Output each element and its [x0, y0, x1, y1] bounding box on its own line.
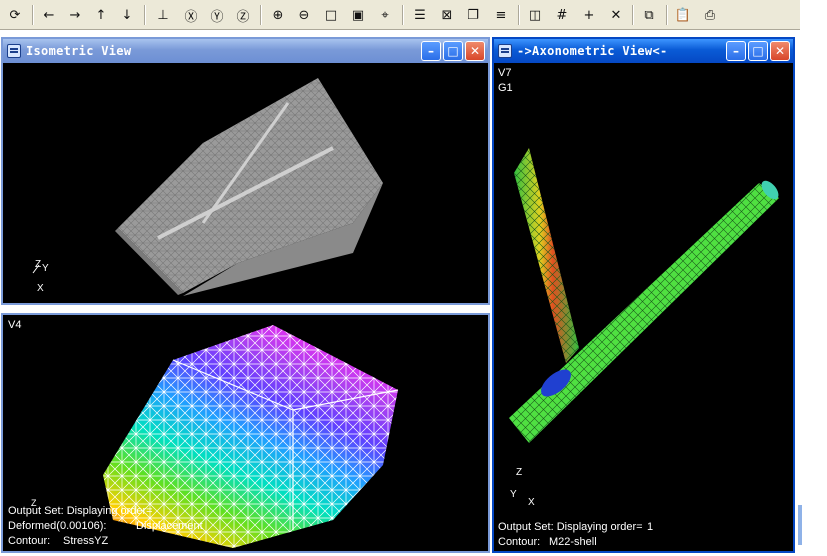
toolbar-separator [402, 5, 404, 25]
rotate-z-icon[interactable]: Ⓩ [232, 4, 254, 26]
cross-icon[interactable]: ✕ [605, 4, 627, 26]
output-set-text: Output Set: Displaying order= [498, 521, 643, 533]
arrow-right-icon[interactable]: → [64, 4, 86, 26]
output-set-text: Output Set: Displaying order= [8, 505, 153, 517]
layers-icon[interactable]: ≡ [490, 4, 512, 26]
zoom-box-icon[interactable]: □ [320, 4, 342, 26]
triad-z-label: Z [516, 467, 523, 478]
isometric-viewport[interactable]: Z Y X [3, 63, 488, 303]
rotate-y-icon[interactable]: Ⓨ [206, 4, 228, 26]
window-title: ->Axonometric View<- [517, 44, 668, 58]
triad-y-label: Y [510, 489, 517, 500]
rotate-x-icon[interactable]: Ⓧ [180, 4, 202, 26]
deformed-text: Deformed(0.00106): [8, 520, 107, 532]
maximize-button[interactable]: □ [748, 41, 768, 61]
view-label: V4 [8, 319, 22, 331]
isometric-view-window: Isometric View – □ ✕ Z Y X [1, 37, 490, 305]
clipboard-icon[interactable]: 📋 [672, 4, 694, 26]
pipe-diagonal-mesh [509, 183, 779, 443]
triad-x-label: X [528, 497, 535, 508]
contour-value: StressYZ [63, 535, 109, 547]
window-app-icon [7, 44, 21, 58]
scroll-indicator[interactable] [798, 505, 802, 545]
window-icon[interactable]: ◫ [524, 4, 546, 26]
close-button[interactable]: ✕ [465, 41, 485, 61]
axonometric-titlebar[interactable]: ->Axonometric View<- – □ ✕ [494, 39, 793, 63]
zoom-out-icon[interactable]: ⊖ [293, 4, 315, 26]
zoom-in-icon[interactable]: ⊕ [267, 4, 289, 26]
cursor-icon[interactable]: ⟳ [4, 4, 26, 26]
grid-icon[interactable]: # [551, 4, 573, 26]
toolbar-separator [260, 5, 262, 25]
minimize-button[interactable]: – [726, 41, 746, 61]
pipe-vertical-mesh [514, 148, 579, 363]
arrow-down-icon[interactable]: ↓ [116, 4, 138, 26]
plus-icon[interactable]: + [578, 4, 600, 26]
contour-value: M22-shell [549, 536, 597, 548]
deformed-value: Displacement [136, 520, 203, 532]
contour-view-window: V4 Z Output Set: Displaying order= Defor… [1, 313, 490, 553]
fit-icon[interactable]: ▣ [347, 4, 369, 26]
minimize-button[interactable]: – [421, 41, 441, 61]
view-label: V7 [498, 67, 512, 79]
axonometric-view-window: ->Axonometric View<- – □ ✕ V7 G1 Z Y X O… [492, 37, 795, 553]
main-toolbar: ⟳ ← → ↑ ↓ ⊥ Ⓧ Ⓨ Ⓩ ⊕ ⊖ □ ▣ ⌖ ☰ ⊠ ❐ ≡ ◫ # … [0, 0, 800, 30]
crosshair-icon[interactable]: ⌖ [374, 4, 396, 26]
axonometric-viewport[interactable] [494, 63, 793, 551]
toolbar-separator [632, 5, 634, 25]
contour-label: Contour: [8, 535, 51, 547]
arrow-up-icon[interactable]: ↑ [90, 4, 112, 26]
copy-icon[interactable]: ⧉ [638, 4, 660, 26]
cube-icon[interactable]: ❐ [462, 4, 484, 26]
maximize-button[interactable]: □ [443, 41, 463, 61]
toolbar-separator [666, 5, 668, 25]
isometric-titlebar[interactable]: Isometric View – □ ✕ [3, 39, 488, 63]
triad-x-label: X [37, 283, 44, 294]
toolbar-separator [518, 5, 520, 25]
box-x-icon[interactable]: ⊠ [436, 4, 458, 26]
print-icon[interactable]: ⎙ [699, 4, 721, 26]
contour-label: Contour: [498, 536, 541, 548]
toolbar-separator [144, 5, 146, 25]
window-title: Isometric View [26, 44, 132, 58]
window-app-icon [498, 44, 512, 58]
right-gutter [802, 0, 827, 556]
group-label: G1 [498, 82, 513, 94]
output-order-value: 1 [647, 521, 654, 533]
arrow-left-icon[interactable]: ← [38, 4, 60, 26]
list-icon[interactable]: ☰ [409, 4, 431, 26]
close-button[interactable]: ✕ [770, 41, 790, 61]
toolbar-separator [32, 5, 34, 25]
center-axis-icon[interactable]: ⊥ [152, 4, 174, 26]
triad-y-label: Y [42, 263, 49, 274]
